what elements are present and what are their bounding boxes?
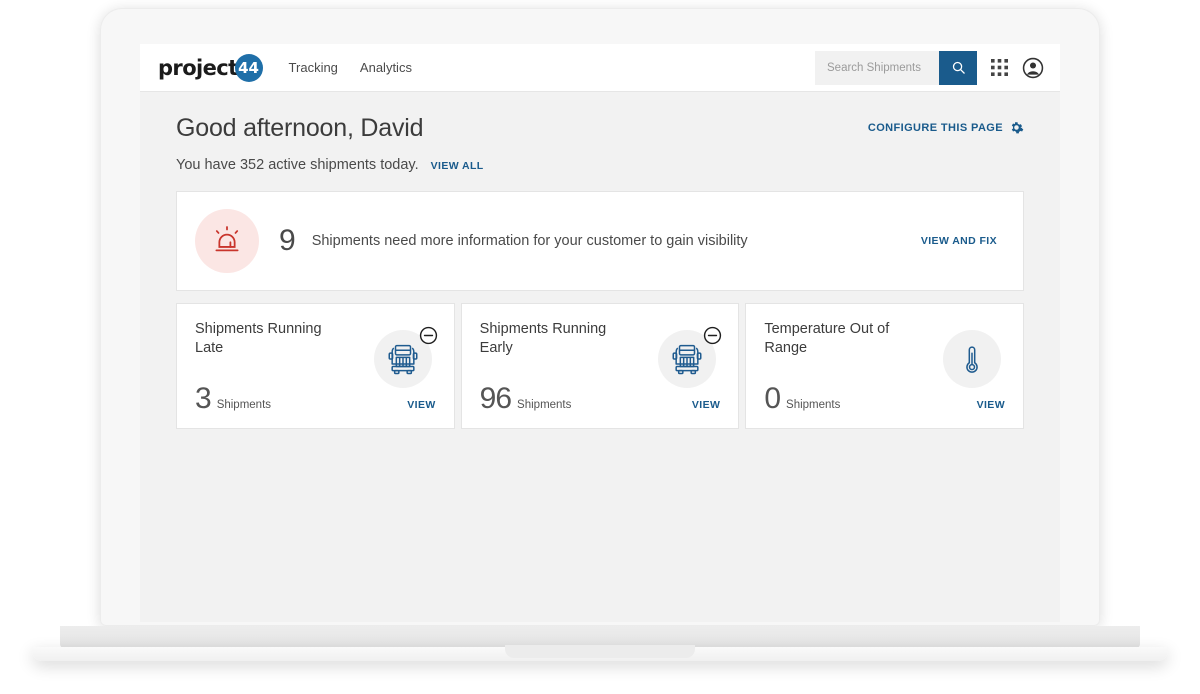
- siren-alarm-icon: [215, 226, 239, 252]
- view-and-fix-link[interactable]: VIEW AND FIX: [921, 235, 997, 247]
- active-shipments-summary: You have 352 active shipments today.: [176, 157, 419, 173]
- laptop-mockup-scene: project 44 Tracking Analytics Search Shi…: [0, 0, 1200, 694]
- card-footer: 3 Shipments VIEW: [195, 382, 436, 416]
- alert-banner: 9 Shipments need more information for yo…: [176, 191, 1024, 291]
- top-bar-actions: [815, 50, 1044, 85]
- search-input[interactable]: [815, 50, 939, 85]
- card-temperature-out-of-range[interactable]: Temperature Out of Range 0 Shipments VIE…: [745, 303, 1025, 429]
- minus-circle-icon: [704, 326, 722, 345]
- card-title: Temperature Out of Range: [764, 321, 890, 356]
- page-header-row: Good afternoon, David CONFIGURE THIS PAG…: [176, 114, 1024, 143]
- card-footer: 0 Shipments VIEW: [764, 382, 1005, 416]
- nav-item-analytics[interactable]: Analytics: [360, 60, 412, 75]
- card-title: Shipments Running Late: [195, 321, 322, 356]
- configure-label: CONFIGURE THIS PAGE: [867, 121, 1003, 134]
- dashboard-page: Good afternoon, David CONFIGURE THIS PAG…: [140, 92, 1060, 622]
- subline-row: You have 352 active shipments today. VIE…: [176, 157, 1024, 173]
- minus-circle-icon: [419, 326, 437, 345]
- account-circle-icon: [1022, 57, 1044, 78]
- card-status-badge: [419, 326, 438, 350]
- card-count: 0: [764, 382, 781, 415]
- alert-count: 9: [279, 224, 296, 257]
- card-view-link[interactable]: VIEW: [407, 399, 435, 411]
- laptop-base-notch: [505, 645, 695, 658]
- card-footer: 96 Shipments VIEW: [480, 382, 721, 416]
- kpi-card-row: Shipments Running Late 3 Shipments VIEW …: [176, 303, 1025, 429]
- project44-logo[interactable]: project 44: [158, 53, 263, 82]
- card-unit: Shipments: [517, 399, 572, 411]
- primary-nav: Tracking Analytics: [289, 60, 412, 75]
- semi-truck-front-icon: [672, 344, 702, 375]
- card-unit: Shipments: [216, 399, 272, 411]
- app-top-bar: project 44 Tracking Analytics: [140, 44, 1060, 92]
- card-shipments-running-late[interactable]: Shipments Running Late 3 Shipments VIEW: [176, 303, 455, 429]
- semi-truck-front-icon: [388, 344, 418, 375]
- apps-grid-button[interactable]: [991, 59, 1008, 76]
- apps-grid-icon: [991, 59, 1008, 76]
- laptop-screen: project 44 Tracking Analytics Search Shi…: [140, 44, 1060, 622]
- search-icon: [952, 61, 965, 74]
- search-button[interactable]: [939, 50, 977, 85]
- card-count: 96: [479, 382, 512, 415]
- card-status-badge: [703, 326, 722, 350]
- account-button[interactable]: [1022, 57, 1044, 79]
- logo-wordmark: project: [158, 55, 238, 80]
- card-view-link[interactable]: VIEW: [692, 399, 720, 411]
- card-shipments-running-early[interactable]: Shipments Running Early 96 Shipments VIE…: [460, 303, 740, 429]
- card-icon-container: [943, 330, 1002, 388]
- alert-icon-container: [195, 209, 259, 273]
- alert-message: Shipments need more information for your…: [311, 233, 748, 249]
- card-count: 3: [195, 382, 212, 415]
- card-title: Shipments Running Early: [479, 321, 607, 356]
- card-view-link[interactable]: VIEW: [977, 399, 1005, 411]
- logo-badge-44: 44: [234, 53, 263, 82]
- search-shipments-group: [815, 50, 977, 85]
- page-title: Good afternoon, David: [176, 114, 424, 142]
- thermometer-icon: [966, 346, 978, 373]
- nav-item-tracking[interactable]: Tracking: [289, 60, 338, 75]
- view-all-link[interactable]: VIEW ALL: [431, 160, 484, 172]
- configure-this-page-button[interactable]: CONFIGURE THIS PAGE: [868, 120, 1024, 135]
- gear-icon: [1011, 122, 1024, 134]
- card-unit: Shipments: [786, 399, 841, 411]
